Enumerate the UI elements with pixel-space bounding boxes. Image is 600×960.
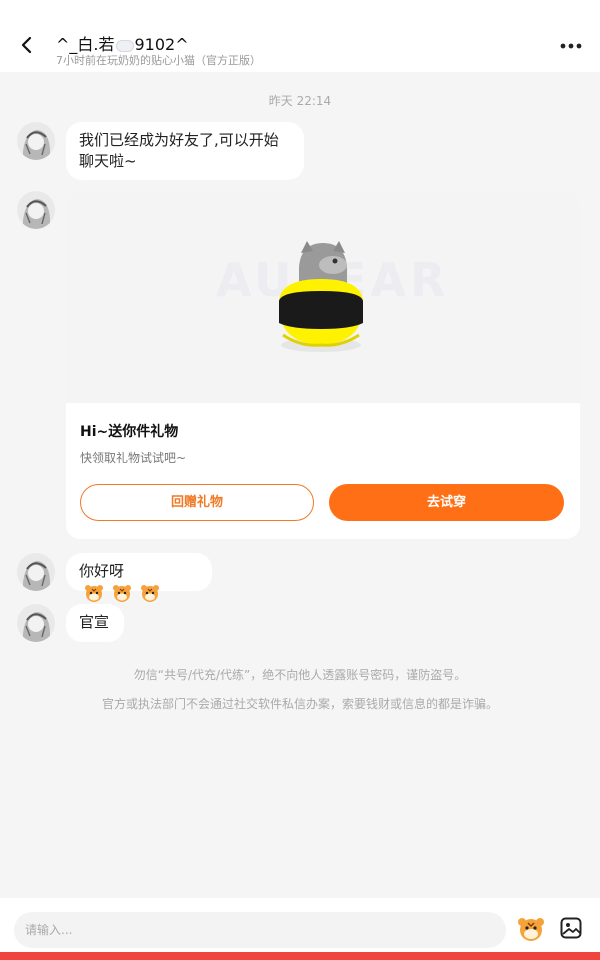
message-bubble: 你好呀 <box>66 553 212 602</box>
try-on-button[interactable]: 去试穿 <box>329 484 564 521</box>
avatar[interactable] <box>17 191 55 229</box>
fraud-notice: 官方或执法部门不会通过社交软件私信办案，索要钱财或信息的都是诈骗。 <box>101 697 498 711</box>
avatar[interactable] <box>17 553 55 591</box>
safety-notice: 勿信“共号/代充/代练”，绝不向他人透露账号密码，谨防盗号。 <box>133 668 467 682</box>
message-timestamp: 昨天 22:14 <box>268 94 332 108</box>
gift-title: Hi~送你件礼物 <box>80 424 179 440</box>
emoji-icon[interactable] <box>516 915 546 943</box>
message-input-bar <box>0 898 600 952</box>
tiger-emoji-icon <box>140 584 159 602</box>
image-icon[interactable] <box>560 917 582 939</box>
message-text: 你好呀 <box>79 562 125 580</box>
back-arrow-icon[interactable] <box>14 32 40 58</box>
avatar[interactable] <box>17 604 55 642</box>
gift-preview[interactable]: AUREAR <box>66 191 580 403</box>
return-gift-button[interactable]: 回赠礼物 <box>80 484 314 521</box>
tiger-emoji-icon <box>112 584 131 602</box>
contact-status: 7小时前在玩奶奶的贴心小猫（官方正版） <box>56 54 261 67</box>
emoji-group <box>81 582 160 603</box>
message-bubble: 官宣 <box>66 604 124 642</box>
message-input[interactable] <box>14 912 506 948</box>
cloud-emoji-icon <box>115 39 134 52</box>
gift-card[interactable]: AUREAR Hi~送你件礼物 快领取礼物试试吧~ 回赠礼物 去试穿 <box>66 191 580 539</box>
message-bubble: 我们已经成为好友了,可以开始 聊天啦~ <box>66 122 304 180</box>
gift-subtitle: 快领取礼物试试吧~ <box>80 451 187 465</box>
tiger-emoji-icon <box>85 584 103 602</box>
more-options-icon[interactable] <box>556 36 586 56</box>
avatar[interactable] <box>17 122 55 160</box>
bee-costume-cat-icon <box>279 241 363 352</box>
chat-header: ^_白.若 9102^ 7小时前在玩奶奶的贴心小猫（官方正版） <box>0 0 600 72</box>
bottom-accent-bar <box>0 952 600 960</box>
